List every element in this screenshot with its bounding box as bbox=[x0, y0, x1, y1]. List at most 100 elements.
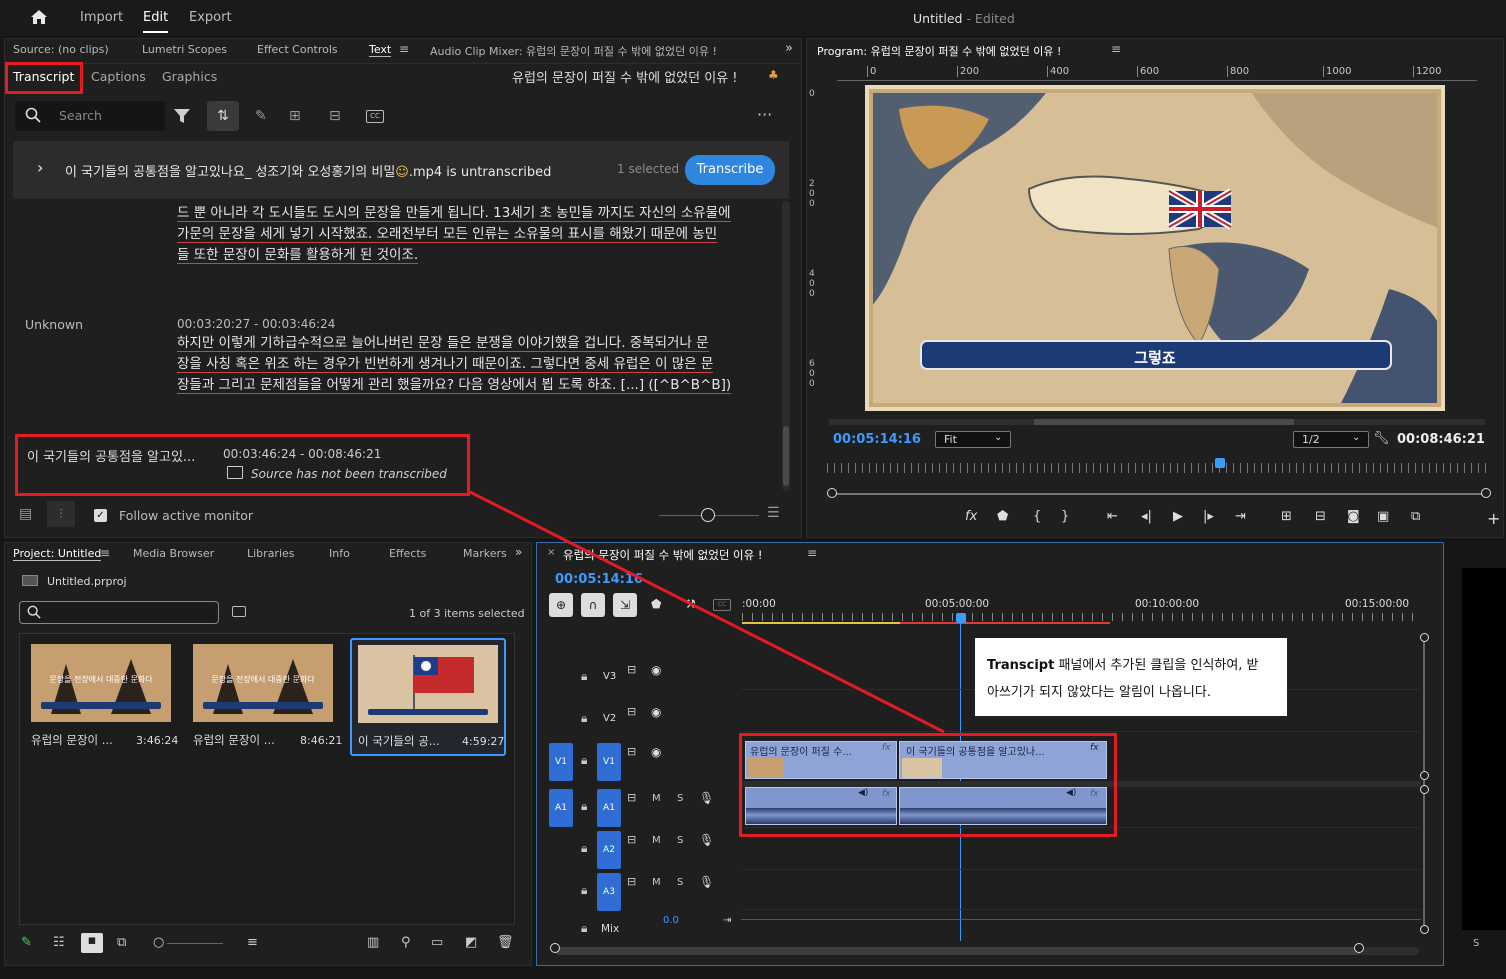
tab-effects[interactable]: Effects bbox=[389, 547, 426, 560]
new-search-bin-icon[interactable] bbox=[232, 606, 246, 617]
tab-audio-clip-mixer[interactable]: Audio Clip Mixer: 유럽의 문장이 퍼질 수 밖에 없었던 이유… bbox=[430, 43, 740, 59]
chevron-right-icon[interactable]: › bbox=[37, 158, 43, 177]
go-to-end-icon[interactable]: ⇥ bbox=[723, 915, 731, 926]
go-to-in-icon[interactable]: ⇤ bbox=[1107, 509, 1118, 524]
follow-checkbox[interactable]: ✓ bbox=[94, 509, 107, 522]
track-a1-target[interactable]: A1 bbox=[597, 789, 621, 827]
add-marker-icon[interactable]: ⬟ bbox=[997, 509, 1008, 524]
menu-edit[interactable]: Edit bbox=[143, 10, 169, 33]
vscroll-handle-mid[interactable] bbox=[1420, 771, 1429, 780]
track-a3-sync-icon[interactable]: ⊟ bbox=[627, 875, 636, 888]
track-v3-lock-icon[interactable]: 🔒︎ bbox=[581, 669, 587, 684]
panels-overflow-icon[interactable]: » bbox=[515, 545, 522, 559]
wrench-icon[interactable]: 🔧︎ bbox=[1373, 431, 1390, 446]
tab-text[interactable]: Text bbox=[369, 43, 392, 57]
edit-pencil-icon[interactable]: ✎ bbox=[255, 109, 267, 123]
captions-track-icon[interactable]: CC bbox=[713, 599, 731, 611]
add-button-icon[interactable]: + bbox=[1487, 509, 1500, 528]
vscroll-handle-top[interactable] bbox=[1420, 633, 1429, 642]
track-a3-lock-icon[interactable]: 🔒︎ bbox=[581, 883, 587, 898]
track-v2-sync-icon[interactable]: ⊟ bbox=[627, 705, 636, 718]
video-frame[interactable]: 그렇죠 bbox=[865, 85, 1445, 411]
vscroll-handle-bottom[interactable] bbox=[1420, 925, 1429, 934]
track-v2-eye-icon[interactable]: ◉ bbox=[651, 705, 661, 719]
go-to-out-icon[interactable]: ⇥ bbox=[1235, 509, 1246, 524]
program-time-ruler[interactable] bbox=[827, 463, 1489, 473]
meter-solo-label[interactable]: S bbox=[1473, 938, 1479, 949]
tab-captions[interactable]: Captions bbox=[91, 69, 146, 84]
project-search[interactable] bbox=[19, 601, 219, 624]
timeline-playhead-handle[interactable] bbox=[956, 613, 966, 623]
track-a2-solo[interactable]: S bbox=[677, 835, 683, 846]
hscroll-thumb[interactable] bbox=[555, 947, 1361, 955]
track-v3-sync-icon[interactable]: ⊟ bbox=[627, 663, 636, 676]
filter-icon[interactable] bbox=[173, 107, 191, 128]
vscroll-handle-mid2[interactable] bbox=[1420, 785, 1429, 794]
source-patch-a1[interactable]: A1 bbox=[549, 789, 573, 827]
project-menu-icon[interactable]: ≡ bbox=[100, 546, 110, 560]
pencil-icon[interactable]: ✎ bbox=[21, 935, 32, 950]
captions-icon[interactable]: CC bbox=[366, 110, 384, 123]
track-a2-target[interactable]: A2 bbox=[597, 831, 621, 869]
add-marker-icon[interactable]: ⬟ bbox=[651, 597, 661, 611]
tab-transcript[interactable]: Transcript bbox=[13, 69, 74, 84]
timeline-menu-icon[interactable]: ≡ bbox=[807, 546, 817, 560]
bin-item[interactable]: 문장을 전장에서 대중한 문화다 유럽의 문장이 ... 8:46:21 bbox=[188, 642, 342, 752]
settings-wrench-icon[interactable]: ⚒ bbox=[685, 597, 696, 611]
track-v1-target[interactable]: V1 bbox=[597, 743, 621, 781]
search-field[interactable]: Search bbox=[15, 101, 165, 131]
play-icon[interactable]: ▶ bbox=[1173, 509, 1183, 524]
step-forward-icon[interactable]: |▸ bbox=[1203, 509, 1214, 524]
track-a1-solo[interactable]: S bbox=[677, 793, 683, 804]
timeline-ruler[interactable]: :00:00 00:05:00:00 00:10:00:00 00:15:00:… bbox=[742, 598, 1422, 628]
clip-name[interactable]: 유럽의 문장이 ... bbox=[31, 732, 113, 748]
zoom-bar-right-handle[interactable] bbox=[1481, 488, 1491, 498]
compare-icon[interactable]: ▣ bbox=[1377, 509, 1389, 524]
vr-icon[interactable]: ⧉ bbox=[1411, 509, 1420, 524]
track-mix-value[interactable]: 0.0 bbox=[663, 915, 679, 926]
track-a2-mute[interactable]: M bbox=[652, 835, 661, 846]
bin-item-selected[interactable]: 이 국기들의 공... 4:59:27 bbox=[350, 638, 506, 756]
tab-media-browser[interactable]: Media Browser bbox=[133, 547, 214, 560]
zoom-bar-left-handle[interactable] bbox=[827, 488, 837, 498]
tab-info[interactable]: Info bbox=[329, 547, 350, 560]
tab-lumetri-scopes[interactable]: Lumetri Scopes bbox=[142, 43, 227, 56]
zoom-slider-handle[interactable] bbox=[701, 508, 715, 522]
bin-item[interactable]: 문장을 전장에서 대중한 문화다 유럽의 문장이 ... 3:46:24 bbox=[26, 642, 180, 752]
tab-effect-controls[interactable]: Effect Controls bbox=[257, 43, 338, 56]
program-title[interactable]: Program: 유럽의 문장이 퍼질 수 밖에 없었던 이유 ! bbox=[817, 43, 1061, 59]
home-icon[interactable] bbox=[30, 9, 48, 25]
untranscribed-clip-name[interactable]: 이 국기들의 공통점을 알고있... bbox=[27, 446, 195, 465]
track-a1-mic-icon[interactable]: 🎙︎ bbox=[699, 791, 714, 805]
lift-icon[interactable]: ⊞ bbox=[1281, 509, 1292, 524]
close-icon[interactable]: × bbox=[547, 547, 555, 558]
sort-icons-icon[interactable]: ≡ bbox=[247, 935, 258, 950]
thumb-size-track[interactable] bbox=[167, 943, 223, 944]
panels-overflow-icon[interactable]: » bbox=[785, 41, 793, 56]
clip-name[interactable]: 유럽의 문장이 ... bbox=[193, 732, 275, 748]
program-playhead[interactable] bbox=[1215, 458, 1225, 468]
step-back-icon[interactable]: ◂| bbox=[1141, 509, 1152, 524]
freeform-view-icon[interactable]: ⧉ bbox=[117, 935, 126, 950]
program-scrollbar[interactable] bbox=[829, 419, 1485, 425]
speaker-label[interactable]: Unknown bbox=[25, 317, 83, 332]
timeline-hscroll[interactable] bbox=[555, 947, 1419, 955]
search-input[interactable]: Search bbox=[59, 108, 102, 123]
tab-markers[interactable]: Markers bbox=[463, 547, 507, 560]
timeline-title[interactable]: 유럽의 문장이 퍼질 수 밖에 없었던 이유 ! bbox=[563, 547, 762, 563]
track-v1-eye-icon[interactable]: ◉ bbox=[651, 745, 661, 759]
fx-icon[interactable]: fx bbox=[965, 509, 977, 524]
track-a1-mute[interactable]: M bbox=[652, 793, 661, 804]
tab-menu-icon[interactable]: ≡ bbox=[399, 42, 409, 56]
split-segment-icon[interactable]: ⊞ bbox=[289, 109, 301, 123]
fit-dropdown[interactable]: Fit ⌄ bbox=[935, 431, 1011, 448]
automate-sequence-icon[interactable]: ▥ bbox=[367, 935, 379, 950]
program-menu-icon[interactable]: ≡ bbox=[1111, 42, 1121, 56]
snap-icon[interactable]: ∩ bbox=[581, 593, 605, 617]
track-a3-solo[interactable]: S bbox=[677, 877, 683, 888]
thumb-size-slider[interactable]: ○ bbox=[153, 935, 164, 950]
new-item-icon[interactable]: ◩ bbox=[465, 935, 477, 950]
track-a2-sync-icon[interactable]: ⊟ bbox=[627, 833, 636, 846]
menu-export[interactable]: Export bbox=[189, 10, 232, 25]
transcribe-button[interactable]: Transcribe bbox=[685, 155, 775, 185]
